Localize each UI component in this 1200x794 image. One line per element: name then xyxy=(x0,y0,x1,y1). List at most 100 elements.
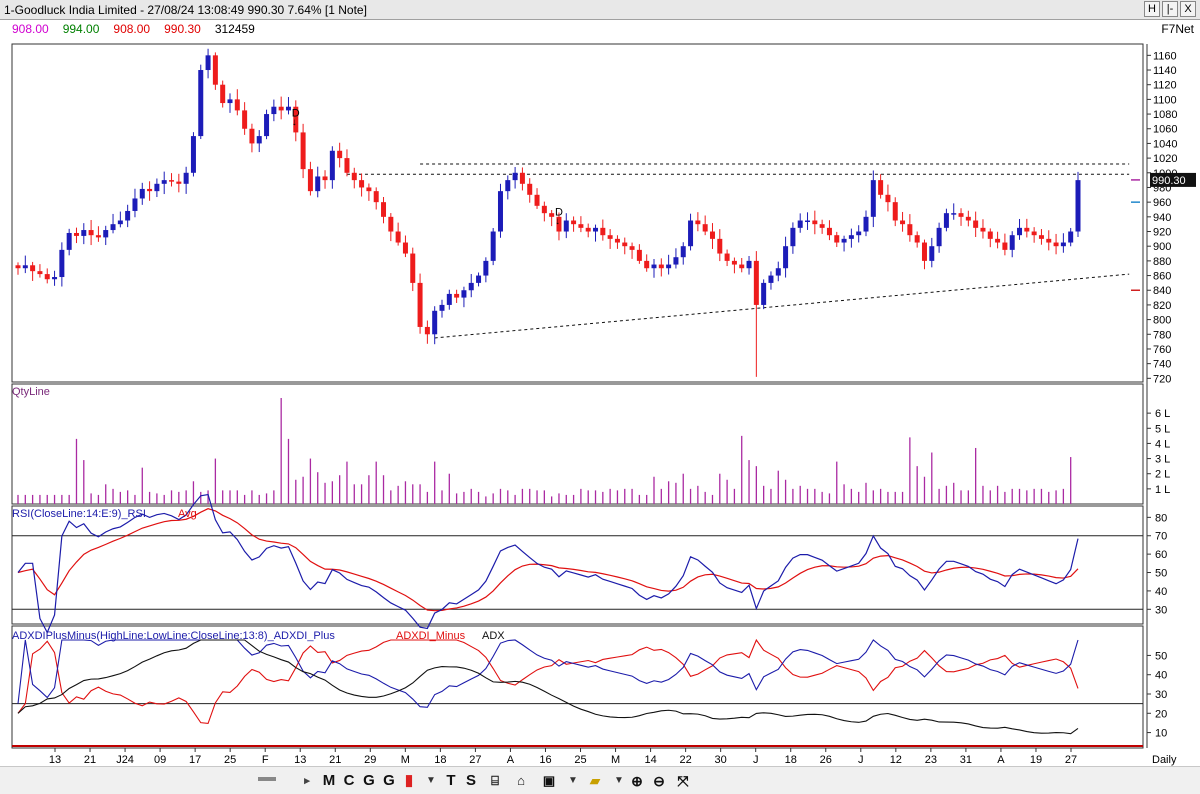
x-tick-label: F xyxy=(262,754,269,766)
candle-body xyxy=(739,264,745,269)
candle-body xyxy=(848,235,854,239)
trend-line xyxy=(434,273,1130,339)
candle-body xyxy=(271,106,277,115)
volume-value: 312459 xyxy=(214,22,255,36)
x-tick-label: 25 xyxy=(574,754,586,766)
x-tick-label: 19 xyxy=(1030,754,1042,766)
candle-body xyxy=(870,180,876,217)
restore-button[interactable]: |- xyxy=(1162,1,1178,17)
candle-body xyxy=(593,227,599,232)
candle-body xyxy=(37,271,43,275)
candle-body xyxy=(30,265,36,272)
chevron-down-icon[interactable]: ▼ xyxy=(424,771,438,791)
chart-type-icon[interactable]: ⌸ xyxy=(488,771,502,791)
candle-body xyxy=(103,230,109,238)
fit-screen-icon[interactable]: ⤧ xyxy=(676,771,690,791)
candle-body xyxy=(768,275,774,283)
volume-tick-label: 1 L xyxy=(1155,484,1170,496)
candle-body xyxy=(856,231,862,236)
x-tick-label: 21 xyxy=(329,754,341,766)
candle-body xyxy=(987,231,993,239)
candle-body xyxy=(344,158,350,173)
candle-body xyxy=(841,238,847,243)
x-tick-label: 29 xyxy=(364,754,376,766)
price-tick-label: 820 xyxy=(1153,300,1171,312)
candle-body xyxy=(921,242,927,261)
price-tick-label: 1160 xyxy=(1153,50,1177,62)
candle-body xyxy=(125,210,131,221)
price-tick-label: 1120 xyxy=(1153,80,1177,92)
candle-body xyxy=(461,290,467,298)
candle-body xyxy=(878,180,884,195)
price-tick-label: 940 xyxy=(1153,212,1171,224)
save-icon[interactable]: ▣ xyxy=(542,771,556,791)
candle-body xyxy=(505,180,511,192)
study-button[interactable]: S xyxy=(464,771,478,791)
candle-body xyxy=(381,202,387,217)
candle-body xyxy=(220,84,226,104)
candle-body xyxy=(834,235,840,243)
candle-body xyxy=(176,181,182,184)
candle-body xyxy=(541,205,547,214)
rsi-tick-label: 60 xyxy=(1155,549,1167,561)
ohlc-readout: 908.00 994.00 908.00 990.30 312459 xyxy=(12,22,255,36)
cursor-icon[interactable]: ▸ xyxy=(300,771,314,791)
candle-body xyxy=(322,176,328,181)
candle-body xyxy=(571,220,577,225)
price-tick-label: 840 xyxy=(1153,285,1171,297)
volume-tick-label: 3 L xyxy=(1155,454,1170,466)
mode-m-button[interactable]: M xyxy=(322,771,336,791)
adx-legend-minus: ADXDI_Minus xyxy=(396,630,466,642)
panel-frame xyxy=(11,383,1144,505)
candle-body xyxy=(607,235,613,239)
candle-body xyxy=(644,260,650,269)
candle-body xyxy=(702,224,708,232)
window-title: 1-Goodluck India Limited - 27/08/24 13:0… xyxy=(4,3,367,17)
candle-body xyxy=(629,246,635,250)
candle-body xyxy=(585,227,591,232)
volume-panel-title: QtyLine xyxy=(12,386,50,398)
x-tick-label: 12 xyxy=(890,754,902,766)
chevron-down-icon[interactable]: ▼ xyxy=(612,771,626,791)
close-button[interactable]: X xyxy=(1180,1,1196,17)
rsi-tick-label: 30 xyxy=(1155,604,1167,616)
folder-icon[interactable]: ▰ xyxy=(588,771,602,791)
adx-tick-label: 40 xyxy=(1155,670,1167,682)
candle-body xyxy=(731,260,737,265)
zoom-out-icon[interactable]: ⊖ xyxy=(652,771,666,791)
price-tick-label: 1080 xyxy=(1153,109,1177,121)
panel-frame xyxy=(11,625,1144,749)
candle-body xyxy=(432,310,438,335)
candle-body xyxy=(190,136,196,173)
candle-body xyxy=(563,220,569,232)
candle-body xyxy=(995,238,1001,243)
candle-body xyxy=(22,265,28,269)
mode-c-button[interactable]: C xyxy=(342,771,356,791)
panel-frame xyxy=(11,505,1144,625)
x-tick-label: 27 xyxy=(1065,754,1077,766)
minimize-bar-icon[interactable] xyxy=(258,777,276,781)
candle-body xyxy=(929,246,935,261)
mode-g2-icon[interactable]: G xyxy=(382,771,396,791)
rsi-panel-title: RSI(CloseLine:14:E:9)_RSI xyxy=(12,508,146,520)
candle-icon[interactable]: ▮ xyxy=(402,771,416,791)
candle-body xyxy=(249,128,255,144)
help-button[interactable]: H xyxy=(1144,1,1160,17)
candle-body xyxy=(439,304,445,311)
candle-body xyxy=(117,220,123,225)
bottom-toolbar: ▸ M C G G ▮ ▼ T S ⌸ ⌂ ▣ ▼ ▰ ▼ ⊕ ⊖ ⤧ xyxy=(0,766,1200,794)
x-tick-label: J xyxy=(753,754,759,766)
candle-body xyxy=(688,220,694,247)
candle-body xyxy=(410,253,416,283)
zoom-in-icon[interactable]: ⊕ xyxy=(630,771,644,791)
mode-g-button[interactable]: G xyxy=(362,771,376,791)
candle-body xyxy=(636,249,642,261)
text-tool-button[interactable]: T xyxy=(444,771,458,791)
candle-body xyxy=(329,150,335,181)
candle-body xyxy=(307,169,313,192)
candle-body xyxy=(212,55,218,85)
building-icon[interactable]: ⌂ xyxy=(514,771,528,791)
x-tick-label: 21 xyxy=(84,754,96,766)
chevron-down-icon[interactable]: ▼ xyxy=(566,771,580,791)
volume-tick-label: 6 L xyxy=(1155,408,1170,420)
